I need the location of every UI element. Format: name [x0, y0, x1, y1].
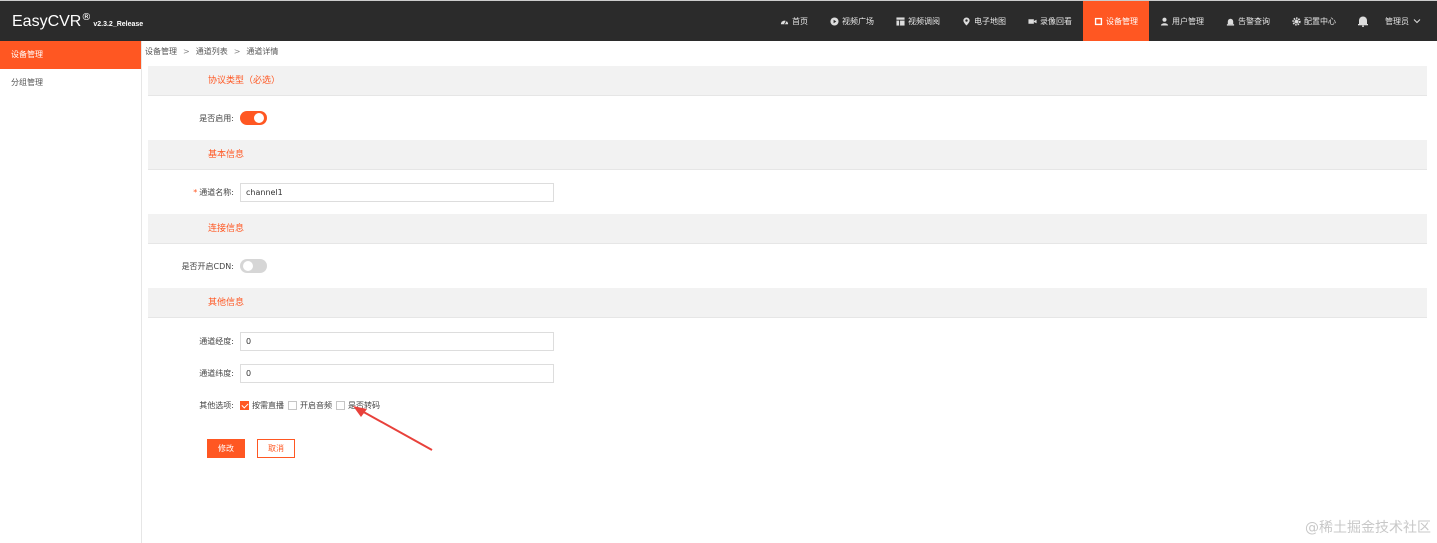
required-mark: * [193, 187, 198, 197]
video-camera-icon [1028, 18, 1037, 24]
username: 管理员 [1385, 16, 1409, 26]
user-icon [1160, 17, 1169, 26]
play-icon [830, 16, 839, 26]
nav-home[interactable]: 首页 [769, 1, 819, 41]
longitude-input[interactable]: 0 [240, 331, 554, 351]
device-icon [1094, 17, 1103, 25]
section-other: 其他信息 [148, 288, 1427, 318]
gear-icon [1292, 16, 1301, 26]
nav-alarm-query[interactable]: 告警查询 [1215, 1, 1281, 41]
nav-label: 视频广场 [842, 16, 874, 26]
nav-label: 电子地图 [974, 16, 1006, 26]
cancel-button[interactable]: 取消 [257, 439, 295, 458]
latitude-label: 通道纬度: [199, 368, 234, 378]
channel-name-label: 通道名称: [199, 187, 234, 197]
nav-label: 配置中心 [1304, 16, 1336, 26]
form-actions: 修改 取消 [207, 439, 307, 458]
nav-label: 视频调阅 [908, 16, 940, 26]
option-label: 按需直播 [252, 400, 284, 410]
nav-playback[interactable]: 录像回看 [1017, 1, 1083, 41]
nav-label: 首页 [792, 16, 808, 26]
latitude-row: 通道纬度: 0 [148, 357, 1427, 389]
options-row: 其他选项: 按需直播 开启音频 是否转码 [148, 389, 1427, 421]
options-label: 其他选项: [199, 400, 234, 410]
cdn-row: 是否开启CDN: [148, 244, 1427, 288]
brand-name: EasyCVR [12, 13, 82, 30]
sidebar-item-group-management[interactable]: 分组管理 [0, 69, 141, 97]
sidebar: 设备管理 分组管理 [0, 41, 142, 543]
watermark: @稀土掘金技术社区 [1305, 520, 1431, 536]
nav-map[interactable]: 电子地图 [951, 1, 1017, 41]
checkbox[interactable] [240, 400, 249, 410]
section-basic: 基本信息 [148, 140, 1427, 170]
top-navbar: EasyCVR ® v2.3.2_Release 首页 视频广场 视频调阅 电子… [0, 0, 1437, 41]
section-connection: 连接信息 [148, 214, 1427, 244]
version-label: v2.3.2_Release [93, 21, 144, 28]
longitude-label: 通道经度: [199, 336, 234, 346]
section-protocol: 协议类型（必选） [148, 66, 1427, 96]
nav-device-management[interactable]: 设备管理 [1083, 1, 1149, 41]
option-on-demand-live[interactable]: 按需直播 [240, 400, 284, 411]
enabled-toggle[interactable] [240, 111, 267, 125]
dashboard-icon [780, 19, 789, 24]
nav-label: 录像回看 [1040, 16, 1072, 26]
enabled-label: 是否启用: [199, 113, 234, 123]
toggle-knob [254, 113, 264, 123]
breadcrumb-separator: > [183, 47, 190, 56]
breadcrumb-item[interactable]: 设备管理 [145, 47, 177, 56]
submit-button[interactable]: 修改 [207, 439, 245, 458]
alarm-icon [1226, 18, 1235, 26]
nav-video-view[interactable]: 视频调阅 [885, 1, 951, 41]
grid-icon [896, 16, 905, 26]
nav-label: 用户管理 [1172, 16, 1204, 26]
breadcrumb-item: 通道详情 [246, 47, 279, 56]
brand-logo[interactable]: EasyCVR ® v2.3.2_Release [12, 12, 144, 31]
registered-mark: ® [81, 12, 92, 23]
toggle-knob [243, 261, 253, 271]
channel-name-input[interactable]: channel1 [240, 182, 554, 202]
nav-user-management[interactable]: 用户管理 [1149, 1, 1215, 41]
channel-name-label-wrap: * 通道名称: [148, 187, 240, 198]
option-label: 开启音频 [300, 400, 332, 410]
main-nav: 首页 视频广场 视频调阅 电子地图 录像回看 设备管理 用户管理 告警查询 配置… [769, 1, 1437, 41]
enabled-row: 是否启用: [148, 96, 1427, 140]
breadcrumb: 设备管理 > 通道列表 > 通道详情 [145, 41, 278, 63]
nav-config-center[interactable]: 配置中心 [1281, 1, 1347, 41]
breadcrumb-item[interactable]: 通道列表 [196, 47, 228, 56]
checkbox[interactable] [288, 400, 297, 410]
user-menu[interactable]: 管理员 [1347, 1, 1437, 41]
latitude-input[interactable]: 0 [240, 363, 554, 383]
annotation-arrow-icon [353, 406, 433, 451]
breadcrumb-separator: > [233, 47, 241, 56]
cdn-toggle[interactable] [240, 259, 267, 273]
channel-detail-form: 协议类型（必选） 是否启用: 基本信息 * 通道名称: channel1 连接信息… [148, 66, 1427, 421]
longitude-row: 通道经度: 0 [148, 325, 1427, 357]
channel-name-row: * 通道名称: channel1 [148, 170, 1427, 214]
checkbox[interactable] [336, 400, 345, 410]
nav-label: 设备管理 [1106, 16, 1138, 26]
chevron-down-icon [1413, 19, 1421, 24]
cdn-label: 是否开启CDN: [181, 261, 234, 271]
bell-icon[interactable] [1357, 15, 1369, 27]
nav-label: 告警查询 [1238, 16, 1270, 26]
map-pin-icon [963, 16, 970, 26]
sidebar-item-device-management[interactable]: 设备管理 [0, 41, 141, 69]
nav-video-square[interactable]: 视频广场 [819, 1, 885, 41]
option-enable-audio[interactable]: 开启音频 [288, 400, 332, 411]
